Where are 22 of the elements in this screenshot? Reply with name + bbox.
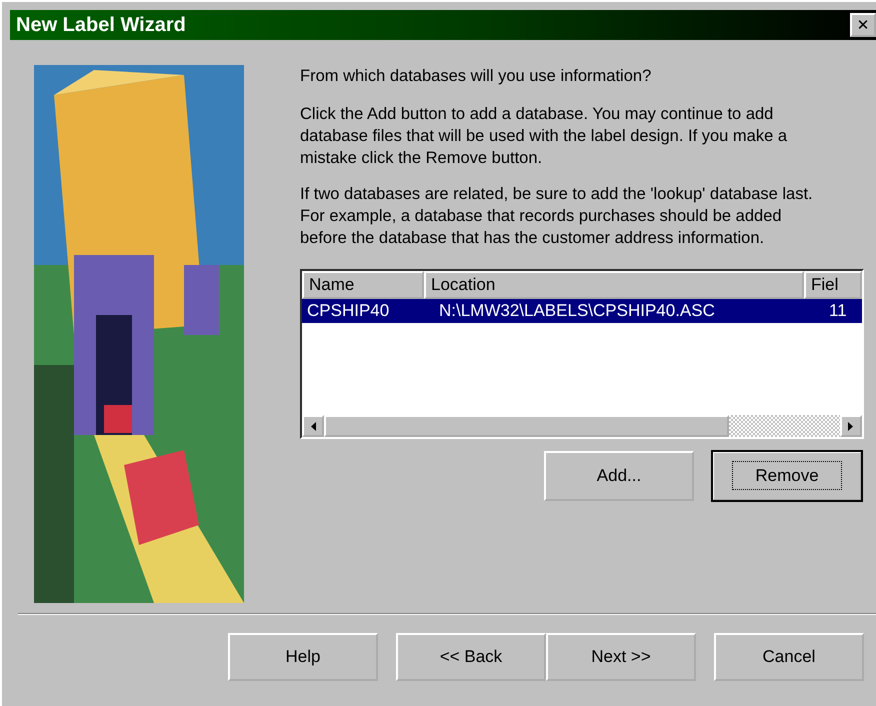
column-header[interactable]: Location bbox=[424, 271, 804, 299]
cancel-button[interactable]: Cancel bbox=[714, 633, 864, 681]
scroll-right-icon[interactable] bbox=[840, 415, 862, 437]
column-header[interactable]: Name bbox=[302, 271, 424, 299]
question-text: From which databases will you use information? bbox=[300, 66, 652, 87]
scroll-left-icon[interactable] bbox=[302, 415, 324, 437]
remove-button[interactable]: Remove bbox=[712, 451, 862, 501]
table-cell-text: CPSHIP40 bbox=[306, 301, 390, 321]
table-cell-text: 11 bbox=[828, 301, 848, 321]
instruction-text: Click the Add button to add a database. You may continue to add database files that will be used with the label design. If you make a mistake click the Remove button. bbox=[300, 104, 788, 169]
instruction-text: If two databases are related, be sure to add the 'lookup' database last. For example, a database that records purchases should be added before the database that has the customer address information. bbox=[300, 184, 814, 249]
table-row[interactable]: CPSHIP40 N:\LMW32\LABELS\CPSHIP40.ASC 11 bbox=[302, 299, 862, 323]
back-button[interactable]: << Back bbox=[396, 633, 546, 681]
horizontal-scrollbar[interactable] bbox=[302, 415, 862, 437]
add-button[interactable]: Add... bbox=[544, 451, 694, 501]
scrollbar-thumb[interactable] bbox=[324, 415, 729, 437]
next-button[interactable]: Next >> bbox=[546, 633, 696, 681]
column-header[interactable]: Fiel bbox=[804, 271, 862, 299]
table-cell-text: N:\LMW32\LABELS\CPSHIP40.ASC bbox=[438, 301, 716, 321]
help-button[interactable]: Help bbox=[228, 633, 378, 681]
close-button[interactable]: ✕ bbox=[850, 13, 876, 37]
window-title: New Label Wizard bbox=[16, 14, 186, 36]
